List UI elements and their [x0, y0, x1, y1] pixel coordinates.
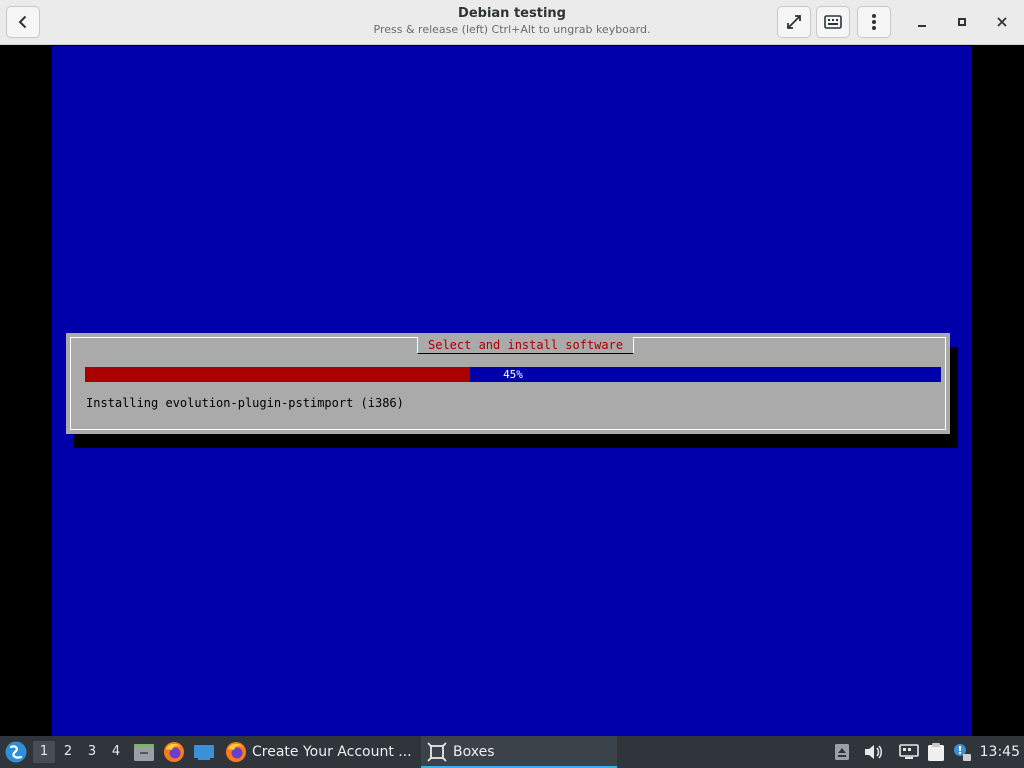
minimize-button[interactable]	[910, 10, 934, 34]
volume-icon	[865, 745, 882, 759]
task-boxes[interactable]: Boxes	[421, 736, 617, 768]
updates-tray[interactable]	[952, 736, 972, 768]
task-label: Create Your Account ...	[252, 744, 412, 760]
desktop-2-button[interactable]: 2	[57, 741, 79, 763]
chevron-left-icon	[18, 15, 27, 29]
progress-percent: 45%	[503, 368, 523, 381]
install-status-text: Installing evolution-plugin-pstimport (i…	[86, 396, 404, 410]
progress-bar: 45%	[85, 367, 941, 382]
firefox-launcher[interactable]	[163, 736, 185, 768]
firefox-icon	[226, 742, 246, 762]
send-keys-button[interactable]	[816, 6, 850, 38]
window-title: Debian testing	[458, 6, 566, 21]
header-bar: Debian testing Press & release (left) Ct…	[0, 0, 1024, 45]
clipboard-icon	[928, 743, 944, 761]
file-manager-icon	[134, 744, 154, 761]
desktop-3-button[interactable]: 3	[81, 741, 103, 763]
close-icon	[997, 17, 1007, 27]
boxes-icon	[427, 742, 447, 762]
updates-icon	[954, 744, 971, 761]
clock[interactable]: 13:45	[980, 736, 1020, 768]
network-icon	[899, 744, 919, 759]
clipboard-tray[interactable]	[927, 736, 945, 768]
desktop-4-button[interactable]: 4	[105, 741, 127, 763]
dialog-title: Select and install software	[417, 337, 635, 354]
app-menu-button[interactable]	[4, 736, 28, 768]
maximize-button[interactable]	[950, 10, 974, 34]
dialog-frame: Select and install software 45% Installi…	[70, 337, 946, 430]
minimize-icon	[918, 25, 926, 27]
desktop-icon	[194, 745, 214, 760]
volume-tray[interactable]	[863, 736, 883, 768]
keyboard-icon	[824, 15, 842, 29]
menu-button[interactable]	[857, 6, 891, 38]
task-label: Boxes	[453, 744, 495, 760]
maximize-icon	[958, 18, 966, 26]
installer-dialog: Select and install software 45% Installi…	[66, 333, 950, 434]
task-firefox[interactable]: Create Your Account ...	[222, 736, 418, 768]
desktop-1-button[interactable]: 1	[33, 741, 55, 763]
fullscreen-icon	[787, 15, 801, 29]
kebab-menu-icon	[872, 14, 876, 30]
back-button[interactable]	[6, 6, 40, 38]
close-button[interactable]	[990, 10, 1014, 34]
fullscreen-button[interactable]	[777, 6, 811, 38]
network-tray[interactable]	[899, 736, 919, 768]
storage-icon	[835, 744, 849, 760]
firefox-icon	[164, 742, 184, 762]
storage-tray[interactable]	[834, 736, 850, 768]
taskbar: 1 2 3 4 Create Your Account ... Boxes 13…	[0, 736, 1024, 768]
show-desktop-launcher[interactable]	[193, 736, 215, 768]
lxqt-logo-icon	[5, 741, 27, 763]
file-manager-launcher[interactable]	[133, 736, 155, 768]
vm-display[interactable]: Select and install software 45% Installi…	[52, 46, 972, 736]
window-subtitle: Press & release (left) Ctrl+Alt to ungra…	[373, 23, 651, 36]
